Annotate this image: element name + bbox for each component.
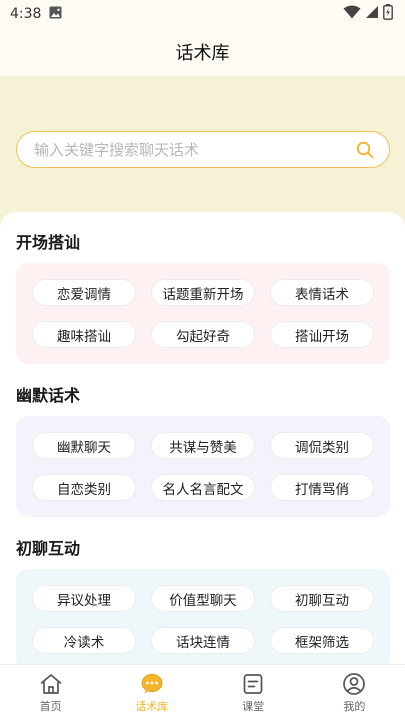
chip-item[interactable]: 勾起好奇: [151, 321, 255, 348]
chat-bubble-icon: [139, 672, 165, 696]
chip-item[interactable]: 幽默聊天: [32, 432, 136, 459]
document-icon: [240, 672, 266, 696]
chip-item[interactable]: 价值型聊天: [151, 585, 255, 612]
tab-label: 话术库: [135, 700, 169, 713]
tab-classroom[interactable]: 课堂: [203, 665, 304, 720]
gallery-icon: [49, 6, 62, 23]
chip-item[interactable]: 自恋类别: [32, 474, 136, 501]
page-header: 话术库: [0, 28, 405, 76]
chip-item[interactable]: 共谋与赞美: [151, 432, 255, 459]
chip-item[interactable]: 趣味搭讪: [32, 321, 136, 348]
chip-item[interactable]: 名人名言配文: [151, 474, 255, 501]
chip-item[interactable]: 话题重新开场: [151, 279, 255, 306]
bottom-tab-bar: 首页 话术库 课堂 我的: [0, 664, 405, 720]
chip-item[interactable]: 初聊互动: [270, 585, 374, 612]
chip-item[interactable]: 表情话术: [270, 279, 374, 306]
section-card-first-chat: 异议处理 价值型聊天 初聊互动 冷读术 话块连情 框架筛选: [16, 569, 390, 664]
tab-profile[interactable]: 我的: [304, 665, 405, 720]
chip-item[interactable]: 调侃类别: [270, 432, 374, 459]
section-title-first-chat: 初聊互动: [16, 539, 81, 558]
search-bar[interactable]: [16, 131, 390, 168]
chip-item[interactable]: 冷读术: [32, 627, 136, 654]
status-bar: 4:38: [0, 0, 405, 28]
section-title-humor: 幽默话术: [16, 386, 81, 405]
user-icon: [341, 672, 367, 696]
tab-label: 首页: [39, 700, 62, 713]
chip-item[interactable]: 搭讪开场: [270, 321, 374, 348]
tab-home[interactable]: 首页: [0, 665, 101, 720]
chip-item[interactable]: 话块连情: [151, 627, 255, 654]
chip-item[interactable]: 恋爱调情: [32, 279, 136, 306]
battery-icon: [383, 4, 393, 24]
section-card-humor: 幽默聊天 共谋与赞美 调侃类别 自恋类别 名人名言配文 打情骂俏: [16, 416, 390, 517]
tab-label: 课堂: [242, 700, 265, 713]
home-icon: [38, 672, 64, 696]
status-time: 4:38: [10, 6, 42, 22]
tab-scripts[interactable]: 话术库: [101, 665, 202, 720]
chip-item[interactable]: 打情骂俏: [270, 474, 374, 501]
wifi-icon: [343, 5, 361, 23]
chip-item[interactable]: 框架筛选: [270, 627, 374, 654]
chip-item[interactable]: 异议处理: [32, 585, 136, 612]
content-panel: 开场搭讪 恋爱调情 话题重新开场 表情话术 趣味搭讪 勾起好奇 搭讪开场 幽默话…: [0, 212, 405, 664]
signal-icon: [365, 5, 379, 23]
tab-label: 我的: [343, 700, 366, 713]
search-icon[interactable]: [355, 140, 375, 160]
section-card-opening: 恋爱调情 话题重新开场 表情话术 趣味搭讪 勾起好奇 搭讪开场: [16, 263, 390, 364]
section-title-opening: 开场搭讪: [16, 233, 81, 252]
page-title: 话术库: [175, 43, 230, 64]
search-input[interactable]: [34, 140, 355, 159]
